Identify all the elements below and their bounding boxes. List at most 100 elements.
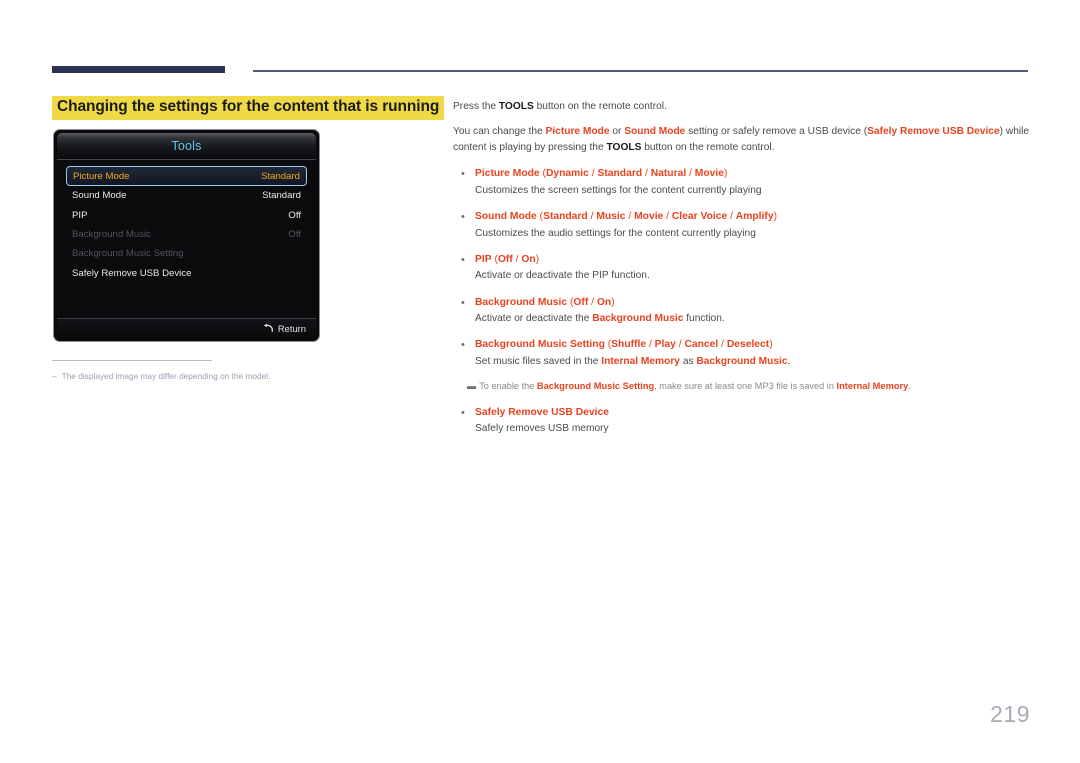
footnote-block: ‒ The displayed image may differ dependi… xyxy=(52,360,352,382)
setting-name: Background Music Setting xyxy=(475,339,605,351)
osd-item-label: Sound Mode xyxy=(72,190,127,202)
emphasis-term: Background Music xyxy=(696,355,788,367)
intro-p2-a: You can change the xyxy=(453,125,546,137)
osd-footer: Return xyxy=(57,318,316,338)
body-text: Set music files saved in the xyxy=(475,355,602,367)
bullet-heading: Safely Remove USB Device xyxy=(475,405,1030,420)
bullet-heading: Background Music Setting (Shuffle / Play… xyxy=(475,337,1030,352)
bullet-heading: Picture Mode (Dynamic / Standard / Natur… xyxy=(475,166,1030,181)
intro-p2-c: setting or safely remove a USB device ( xyxy=(685,125,868,137)
bullet-content: Picture Mode (Dynamic / Standard / Natur… xyxy=(475,166,1030,198)
left-column: Changing the settings for the content th… xyxy=(52,96,445,120)
body-text: , make sure at least one MP3 file is sav… xyxy=(654,381,837,392)
option-separator: / xyxy=(686,168,695,180)
setting-name: Sound Mode xyxy=(475,211,537,223)
setting-option: Movie xyxy=(694,168,724,180)
setting-option: Cancel xyxy=(684,339,719,351)
setting-option: Dynamic xyxy=(545,168,589,180)
osd-menu-item: Background Music Off xyxy=(66,225,307,244)
setting-option: On xyxy=(596,296,612,308)
footnote: ‒ The displayed image may differ dependi… xyxy=(52,371,352,382)
setting-option: Shuffle xyxy=(611,339,647,351)
note-background-music-setting: ▬ To enable the Background Music Setting,… xyxy=(467,380,1030,394)
return-arrow-icon xyxy=(263,320,274,338)
setting-option: On xyxy=(521,253,536,265)
emphasis-term: Internal Memory xyxy=(601,355,680,367)
bullet-content: PIP (Off / On) Activate or deactivate the… xyxy=(475,252,1030,284)
setting-name: Background Music xyxy=(475,296,568,308)
body-text: function. xyxy=(683,313,725,325)
option-separator: / xyxy=(727,211,736,223)
setting-bullet-item: • Sound Mode (Standard / Music / Movie / … xyxy=(453,209,1030,241)
intro-p2-safely-remove: Safely Remove USB Device xyxy=(867,125,1000,137)
body-text: To enable the xyxy=(479,381,537,392)
bullet-marker-icon: • xyxy=(461,296,465,309)
intro-p1-b: button on the remote control. xyxy=(533,101,667,112)
body-text: Customizes the audio settings for the co… xyxy=(475,227,756,239)
intro-p2-sound-mode: Sound Mode xyxy=(624,125,686,137)
paren-close: ) xyxy=(535,253,540,265)
bullet-description: Activate or deactivate the Background Mu… xyxy=(475,311,1030,326)
intro-p2-b: or xyxy=(609,125,625,137)
setting-option: Standard xyxy=(597,168,643,180)
bullet-marker-icon: • xyxy=(461,211,465,224)
emphasis-term: Background Music Setting xyxy=(536,381,655,392)
body-text: Activate or deactivate the PIP function. xyxy=(475,270,650,282)
osd-item-label: Safely Remove USB Device xyxy=(72,267,192,279)
footnote-text: The displayed image may differ depending… xyxy=(61,371,271,381)
emphasis-term: Internal Memory xyxy=(836,381,909,392)
osd-item-label: PIP xyxy=(72,209,88,221)
bullet-content: Safely Remove USB Device Safely removes U… xyxy=(475,405,1030,437)
osd-menu-list: Picture Mode Standard Sound Mode Standard PI… xyxy=(57,160,316,318)
bullet-description: Customizes the screen settings for the c… xyxy=(475,183,1030,198)
page-number: 219 xyxy=(990,701,1030,727)
setting-option: Natural xyxy=(650,168,687,180)
emphasis-term: Background Music xyxy=(592,313,684,325)
setting-option: Play xyxy=(654,339,676,351)
option-separator: / xyxy=(625,211,635,223)
osd-item-label: Background Music xyxy=(72,228,151,240)
body-text: Activate or deactivate the xyxy=(475,313,593,325)
intro-paragraph-2: You can change the Picture Mode or Sound… xyxy=(453,124,1030,156)
option-separator: / xyxy=(663,211,672,223)
setting-option: Clear Voice xyxy=(671,211,728,223)
setting-option: Off xyxy=(497,253,513,265)
osd-inner-frame: Tools Picture Mode Standard Sound Mode Stan… xyxy=(57,133,316,338)
osd-item-value: Standard xyxy=(262,190,301,202)
header-rule-thin xyxy=(253,70,1028,72)
osd-menu-item[interactable]: Sound Mode Standard xyxy=(66,186,307,205)
osd-item-label: Background Music Setting xyxy=(72,248,184,260)
setting-option: Movie xyxy=(634,211,664,223)
body-text: . xyxy=(908,381,911,392)
note-dash-icon: ▬ xyxy=(467,381,476,392)
intro-p2-e: button on the remote control. xyxy=(641,141,775,153)
osd-menu-item[interactable]: PIP Off xyxy=(66,205,307,224)
intro-p2-picture-mode: Picture Mode xyxy=(545,125,610,137)
intro-p1-a: Press the xyxy=(453,101,499,112)
footnote-divider xyxy=(52,360,212,361)
setting-name: Picture Mode xyxy=(475,168,540,180)
paren-close: ) xyxy=(773,211,777,223)
osd-item-label: Picture Mode xyxy=(73,170,130,182)
osd-menu-item: Background Music Setting xyxy=(66,244,307,263)
bullet-description: Activate or deactivate the PIP function. xyxy=(475,268,1030,283)
paren-close: ) xyxy=(723,168,728,180)
bullet-heading: Sound Mode (Standard / Music / Movie / C… xyxy=(475,209,1030,224)
footnote-dash: ‒ xyxy=(52,371,57,381)
setting-name: Safely Remove USB Device xyxy=(475,407,609,419)
osd-item-value: Standard xyxy=(261,170,300,182)
osd-return-label[interactable]: Return xyxy=(278,323,306,334)
osd-menu-item[interactable]: Safely Remove USB Device xyxy=(66,264,307,283)
bullet-marker-icon: • xyxy=(461,253,465,266)
osd-item-value: Off xyxy=(288,228,301,240)
setting-option: Standard xyxy=(543,211,588,223)
option-separator: / xyxy=(642,168,651,180)
note-text: To enable the Background Music Setting, … xyxy=(479,380,911,394)
setting-bullet-item: • Safely Remove USB Device Safely removes … xyxy=(453,405,1030,437)
safely-remove-bullet-list: • Safely Remove USB Device Safely removes … xyxy=(453,405,1030,437)
bullet-heading: PIP (Off / On) xyxy=(475,252,1030,267)
osd-menu-item[interactable]: Picture Mode Standard xyxy=(66,166,307,186)
bullet-description: Safely removes USB memory xyxy=(475,423,609,435)
setting-bullet-item: • PIP (Off / On) Activate or deactivate th… xyxy=(453,252,1030,284)
bullet-content: Background Music (Off / On) Activate or d… xyxy=(475,295,1030,327)
